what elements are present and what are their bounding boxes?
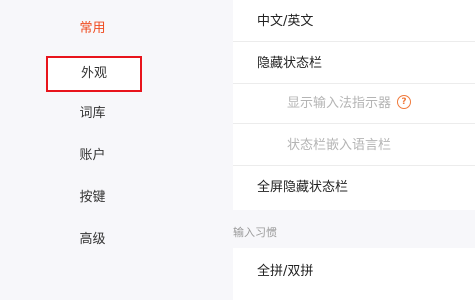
sidebar-item-keys[interactable]: 按键 [0, 183, 185, 213]
sidebar-item-advanced[interactable]: 高级 [0, 225, 185, 255]
sidebar-item-appearance[interactable]: 外观 [46, 56, 142, 92]
setting-label: 显示输入法指示器 [287, 96, 392, 111]
setting-fullscreen-hide-status-bar[interactable]: 全屏隐藏状态栏 [233, 168, 475, 208]
sidebar-item-common[interactable]: 常用 [0, 14, 185, 44]
settings-content: 中文/英文 隐藏状态栏 显示输入法指示器? 状态栏嵌入语言栏 全屏隐藏状态栏 全… [233, 0, 475, 300]
setting-label: 全拼/双拼 [257, 264, 314, 279]
setting-show-ime-indicator[interactable]: 显示输入法指示器? [233, 84, 475, 124]
setting-embed-language-bar[interactable]: 状态栏嵌入语言栏 [233, 126, 475, 166]
setting-label: 隐藏状态栏 [257, 56, 323, 71]
section-heading-input-habits: 输入习惯 [233, 226, 277, 239]
setting-label: 状态栏嵌入语言栏 [287, 138, 392, 153]
sidebar-item-account[interactable]: 账户 [0, 141, 185, 171]
setting-full-double-pinyin[interactable]: 全拼/双拼 [233, 252, 475, 292]
help-circle-icon[interactable]: ? [397, 94, 412, 109]
sidebar-item-dictionary[interactable]: 词库 [0, 99, 185, 129]
settings-sidebar: 常用 外观 词库 账户 按键 高级 [0, 0, 185, 300]
setting-label: 中文/英文 [257, 14, 314, 29]
setting-hide-status-bar[interactable]: 隐藏状态栏 [233, 44, 475, 84]
setting-label: 全屏隐藏状态栏 [257, 180, 349, 195]
setting-chinese-english[interactable]: 中文/英文 [233, 2, 475, 42]
